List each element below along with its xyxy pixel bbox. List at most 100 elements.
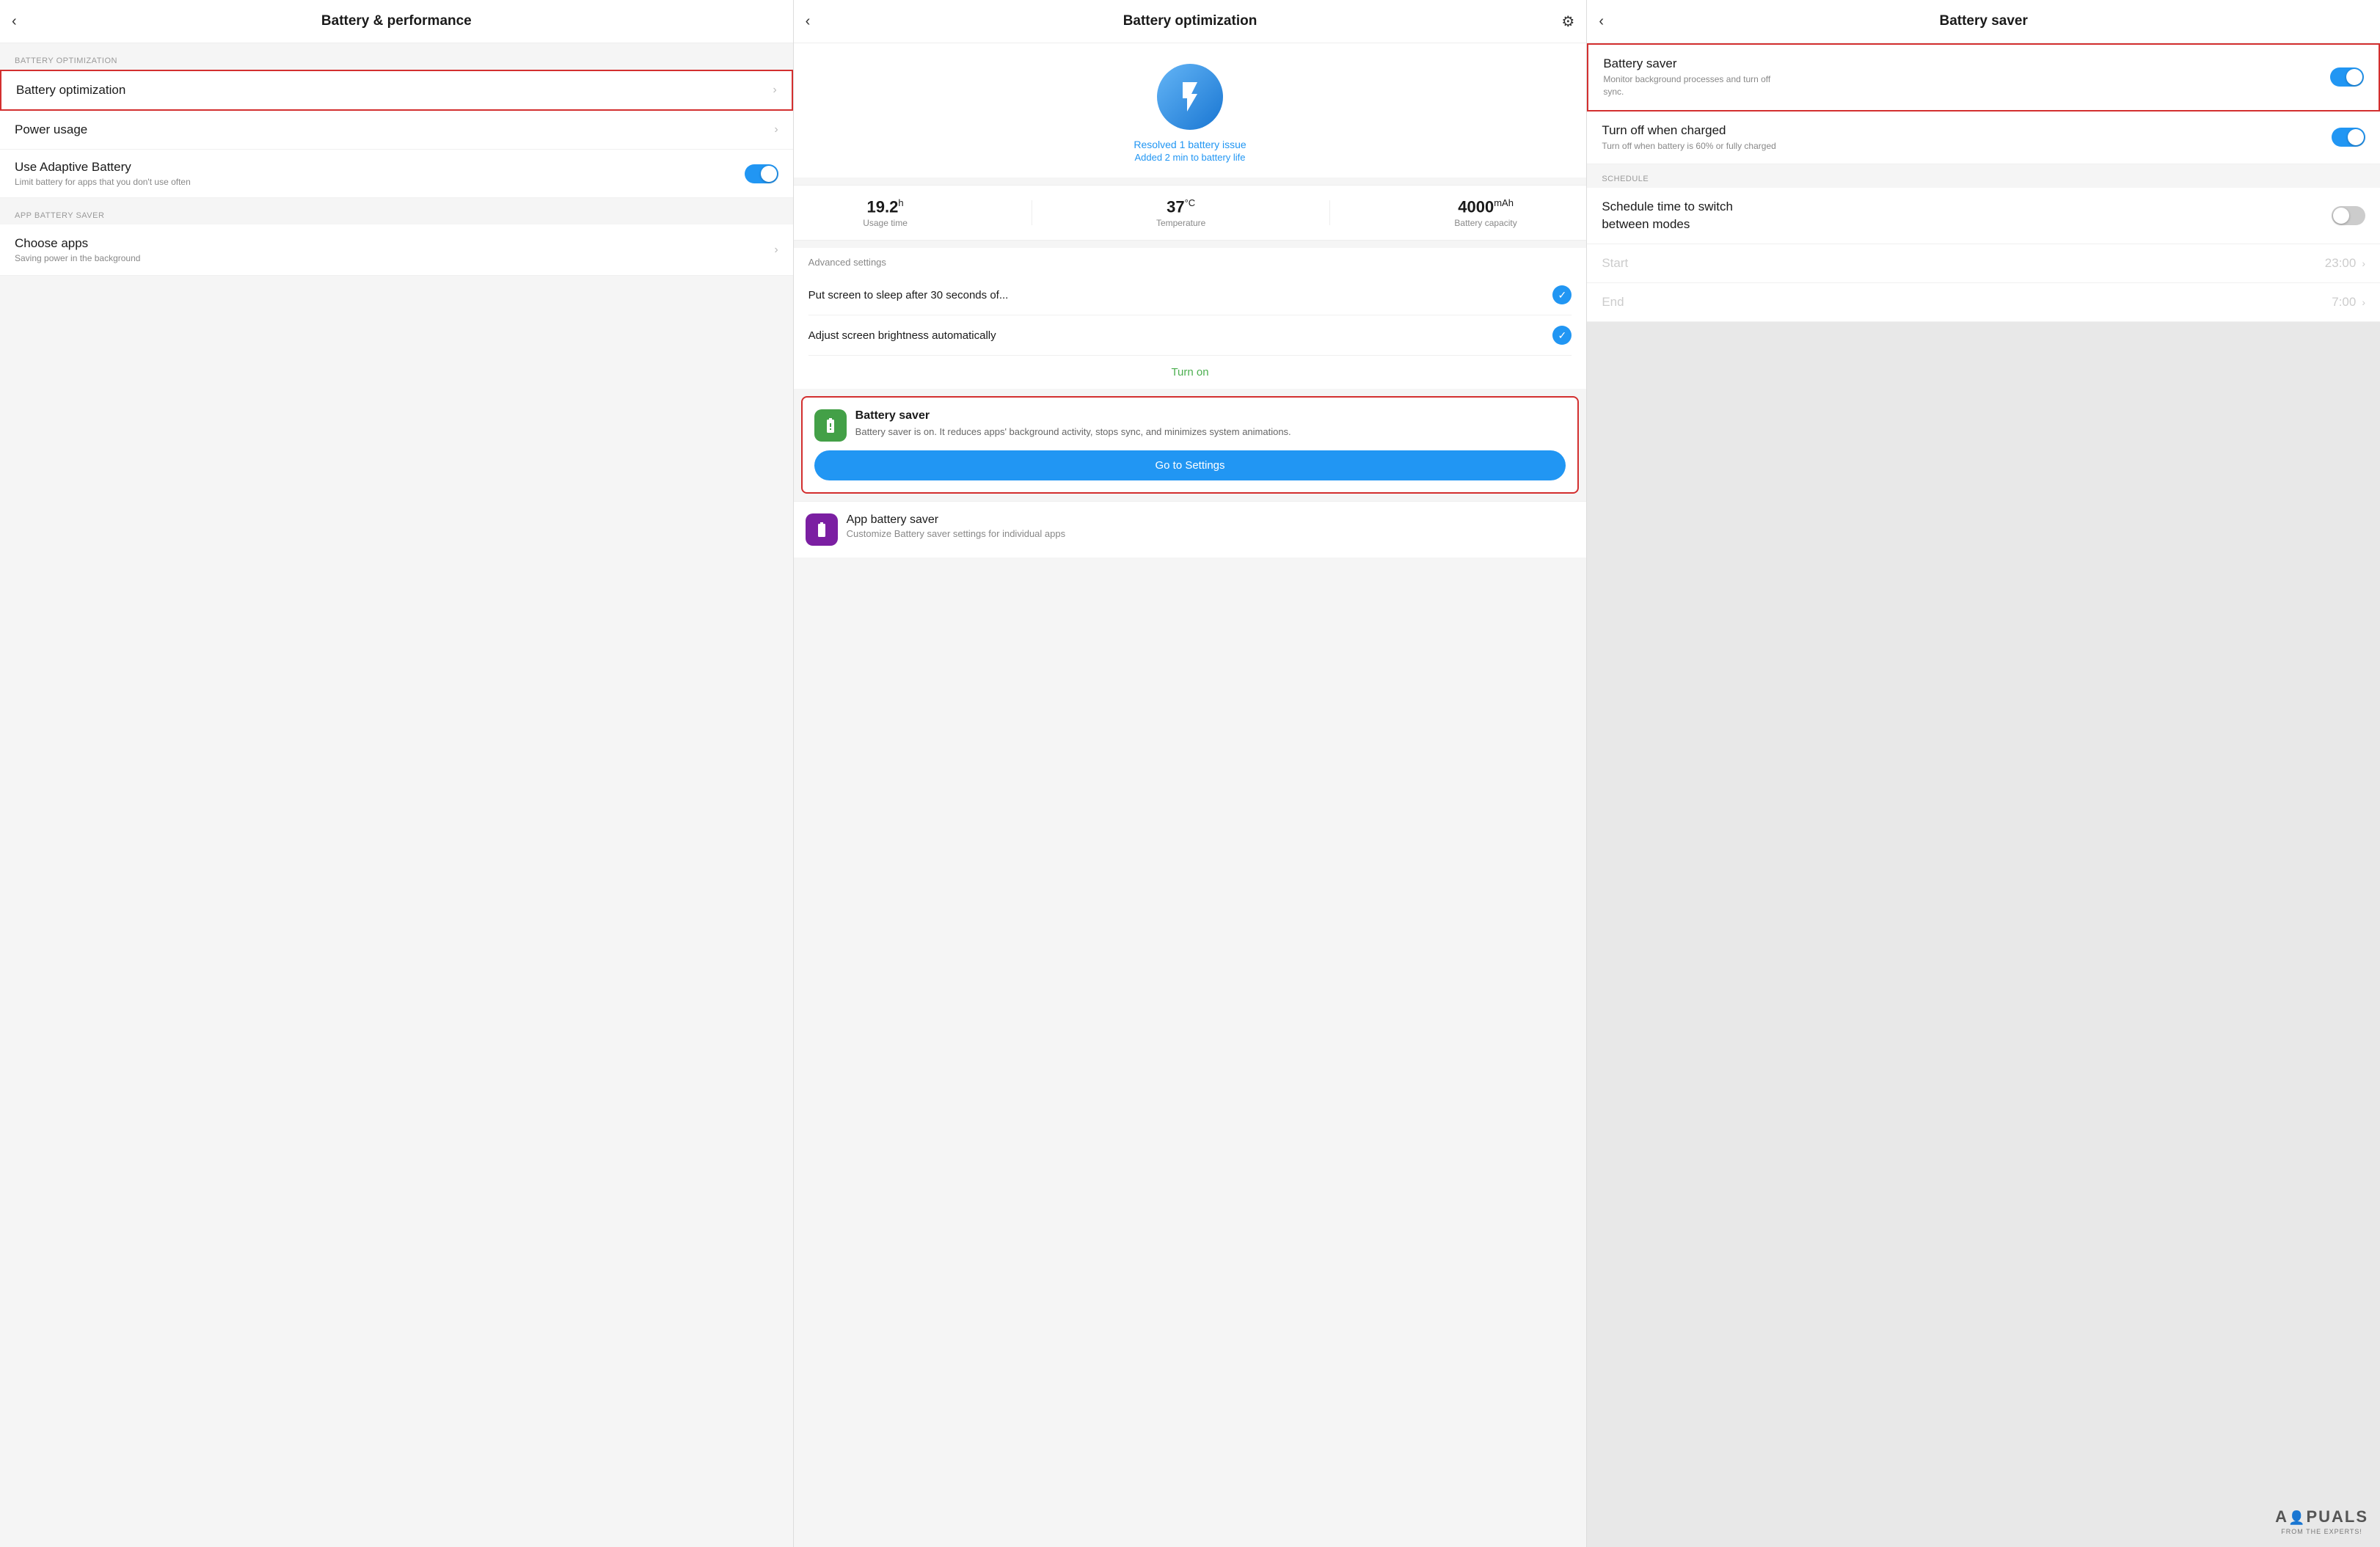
panel2-header: ‹ Battery optimization ⚙ [794,0,1587,43]
turn-off-charged-item[interactable]: Turn off when charged Turn off when batt… [1587,111,2380,165]
stat-divider-2 [1329,200,1330,225]
panel2-settings-icon[interactable]: ⚙ [1561,12,1574,31]
chevron-icon-power-usage: › [774,123,778,136]
panel1-header: ‹ Battery & performance [0,0,793,43]
chevron-icon-choose-apps: › [774,244,778,257]
schedule-mode-text: Schedule time to switch between modes [1602,198,1763,233]
adaptive-battery-toggle[interactable] [745,164,778,183]
stat-usage-value: 19.2h [867,197,904,216]
stat-usage-unit: h [898,197,903,208]
adv-row-sleep[interactable]: Put screen to sleep after 30 seconds of.… [808,275,1572,315]
schedule-start-row[interactable]: Start 23:00 › [1587,244,2380,283]
adv-sleep-text: Put screen to sleep after 30 seconds of.… [808,289,1553,301]
adaptive-battery-text: Use Adaptive Battery Limit battery for a… [15,160,191,187]
panel-battery-optimization: ‹ Battery optimization ⚙ Resolved 1 batt… [794,0,1588,1547]
panel2-title: Battery optimization [1123,13,1257,29]
schedule-end-label: End [1602,295,1624,310]
stat-temp-label: Temperature [1156,218,1205,228]
stat-cap-value: 4000mAh [1458,197,1514,216]
adv-sleep-check: ✓ [1552,285,1572,304]
schedule-section-label: SCHEDULE [1587,164,2380,188]
adaptive-battery-label: Use Adaptive Battery [15,160,191,175]
adaptive-battery-item[interactable]: Use Adaptive Battery Limit battery for a… [0,150,793,198]
choose-apps-item[interactable]: Choose apps Saving power in the backgrou… [0,224,793,276]
stat-capacity: 4000mAh Battery capacity [1454,197,1516,228]
back-button[interactable]: ‹ [12,13,17,30]
app-battery-saver-desc: Customize Battery saver settings for ind… [847,528,1065,539]
battery-saver-toggle-text: Battery saver Monitor background process… [1603,56,1779,98]
added-text: Added 2 min to battery life [1134,152,1245,163]
app-battery-saver-title: App battery saver [847,513,1065,527]
adaptive-battery-subtitle: Limit battery for apps that you don't us… [15,177,191,187]
schedule-start-value: 23:00 › [2325,256,2365,271]
schedule-end-row[interactable]: End 7:00 › [1587,283,2380,322]
turn-off-charged-title: Turn off when charged [1602,123,1775,138]
app-battery-saver-row[interactable]: App battery saver Customize Battery save… [794,501,1587,557]
turn-on-link[interactable]: Turn on [794,356,1587,389]
battery-icon-area: Resolved 1 battery issue Added 2 min to … [794,43,1587,178]
panel3-back-button[interactable]: ‹ [1599,13,1604,30]
panel2-back-button[interactable]: ‹ [806,13,811,30]
app-battery-saver-content: App battery saver Customize Battery save… [847,513,1065,539]
adv-row-brightness[interactable]: Adjust screen brightness automatically ✓ [808,315,1572,356]
battery-circle-icon [1157,64,1223,130]
watermark-sub: FROM THE EXPERTS! [2281,1528,2362,1535]
adv-brightness-text: Adjust screen brightness automatically [808,329,1553,342]
stat-usage-time: 19.2h Usage time [863,197,908,228]
panel3-header: ‹ Battery saver [1587,0,2380,43]
section-label-app-saver: APP BATTERY SAVER [0,198,793,224]
stat-cap-label: Battery capacity [1454,218,1516,228]
section-label-battery-opt: BATTERY OPTIMIZATION [0,43,793,70]
chevron-icon-start: › [2362,257,2365,269]
watermark-logo: A👤PUALS [2275,1507,2368,1526]
schedule-start-time: 23:00 [2325,256,2357,271]
choose-apps-subtitle: Saving power in the background [15,253,140,263]
battery-saver-card: Battery saver Battery saver is on. It re… [801,396,1580,494]
advanced-section: Advanced settings Put screen to sleep af… [794,248,1587,356]
bsc-title: Battery saver [855,409,1291,423]
bsc-icon [814,409,847,442]
battery-optimization-label: Battery optimization [16,83,125,98]
stat-temperature: 37°C Temperature [1156,197,1205,228]
battery-saver-toggle-subtitle: Monitor background processes and turn of… [1603,73,1779,98]
adv-brightness-check: ✓ [1552,326,1572,345]
panel-battery-saver: ‹ Battery saver Battery saver Monitor ba… [1587,0,2380,1547]
panel-battery-performance: ‹ Battery & performance BATTERY OPTIMIZA… [0,0,794,1547]
chevron-icon-end: › [2362,296,2365,308]
choose-apps-label: Choose apps [15,236,140,251]
schedule-mode-toggle[interactable] [2332,206,2365,225]
stat-temp-value: 37°C [1167,197,1195,216]
schedule-end-time: 7:00 [2332,295,2356,310]
advanced-label: Advanced settings [808,257,1572,275]
stats-row: 19.2h Usage time 37°C Temperature 4000mA… [794,185,1587,241]
battery-saver-toggle-title: Battery saver [1603,56,1779,71]
schedule-mode-item[interactable]: Schedule time to switch between modes [1587,188,2380,244]
bolt-icon [1172,79,1208,114]
choose-apps-text: Choose apps Saving power in the backgrou… [15,236,140,263]
appuals-watermark: A👤PUALS FROM THE EXPERTS! [2275,1507,2368,1535]
bsc-bolt-icon [822,417,839,434]
schedule-end-value: 7:00 › [2332,295,2365,310]
go-to-settings-button[interactable]: Go to Settings [814,450,1566,480]
bsc-header: Battery saver Battery saver is on. It re… [814,409,1566,442]
bsc-description: Battery saver is on. It reduces apps' ba… [855,425,1291,439]
panel3-title: Battery saver [1939,13,2027,29]
power-usage-item[interactable]: Power usage › [0,111,793,150]
stat-cap-unit: mAh [1494,197,1514,208]
app-bolt-icon [813,521,831,538]
turn-off-charged-text: Turn off when charged Turn off when batt… [1602,123,1775,153]
battery-optimization-item[interactable]: Battery optimization › [0,70,793,111]
turn-off-charged-subtitle: Turn off when battery is 60% or fully ch… [1602,140,1775,153]
power-usage-label: Power usage [15,122,87,137]
battery-saver-main-toggle[interactable] [2330,67,2364,87]
chevron-icon-battery-opt: › [773,84,776,97]
battery-saver-toggle-item[interactable]: Battery saver Monitor background process… [1587,43,2380,111]
app-battery-saver-icon [806,513,838,546]
resolved-text: Resolved 1 battery issue [1134,139,1246,150]
stat-usage-label: Usage time [863,218,908,228]
bsc-content: Battery saver Battery saver is on. It re… [855,409,1291,439]
stat-temp-unit: °C [1185,197,1196,208]
turn-off-charged-toggle[interactable] [2332,128,2365,147]
panel1-title: Battery & performance [321,13,472,29]
schedule-start-label: Start [1602,256,1628,271]
